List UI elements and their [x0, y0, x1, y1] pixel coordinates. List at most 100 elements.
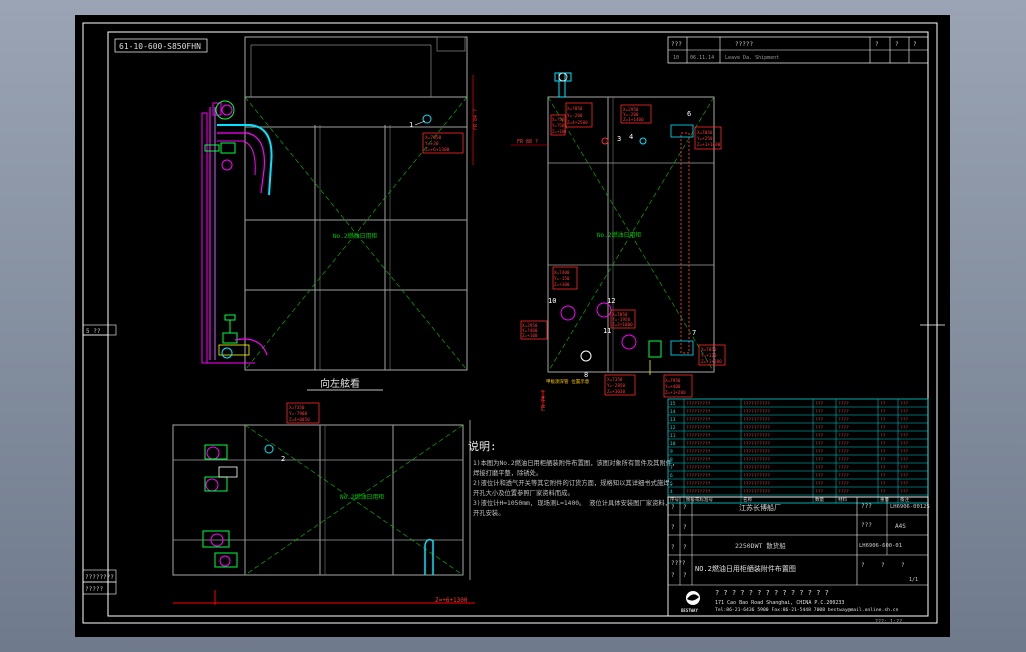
bom-cell: 13: [670, 417, 676, 423]
svg-text:Y=-7900: Y=-7900: [289, 411, 308, 417]
bom-cell: ??: [880, 465, 886, 471]
svg-text:Z=+100: Z=+100: [554, 282, 570, 288]
svg-text:?: ?: [671, 572, 675, 579]
bom-cell: ??????????: [743, 401, 770, 407]
svg-text:Y=-200: Y=-200: [567, 113, 583, 119]
bom-cell: ???: [815, 441, 823, 447]
svg-text:Y=+120: Y=+120: [701, 353, 717, 359]
svg-text:Z=3+1000: Z=3+1000: [612, 322, 633, 328]
svg-text:Z=4+0050: Z=4+0050: [289, 417, 310, 423]
marker-2: 2: [281, 455, 285, 463]
left-tab-bottom-label-2: ?????: [85, 586, 103, 593]
bom-cell: ????: [838, 425, 849, 431]
cad-viewport[interactable]: 5 ?? ???????? ????? 61-10-600-S850FHN ??…: [75, 15, 950, 637]
bom-cell: ???: [900, 409, 908, 415]
svg-text:?: ?: [683, 544, 687, 551]
company-contacts: Tel:86-21-6436 5900 Fax:86-21-5448 7008 …: [715, 607, 899, 613]
bom-cell: ??????????: [743, 473, 770, 479]
svg-text:Z=+100: Z=+100: [552, 129, 567, 134]
svg-text:X=7050: X=7050: [425, 135, 442, 141]
notes-line-6: 开孔安装。: [473, 508, 504, 517]
svg-text:Y=?50: Y=?50: [552, 123, 565, 128]
left-tab-top-label: 5 ??: [86, 328, 101, 335]
svg-text:Z=+1+1400: Z=+1+1400: [697, 142, 721, 148]
bom-cell: ????: [838, 417, 849, 423]
svg-text:Z=1+1400: Z=1+1400: [623, 117, 644, 123]
marker-8: 8: [584, 371, 588, 379]
svg-text:X=7350: X=7350: [607, 377, 623, 383]
bom-cell: ?????????: [686, 465, 711, 471]
marker-4: 4: [629, 133, 633, 141]
notes-line-5: 3)液位计H=1050mm, 现场测L=1400。 液位计具体安装图厂家资料，: [473, 498, 671, 507]
drawing-code: LH6906-600-01: [859, 543, 902, 549]
bom-cell: ???: [815, 425, 823, 431]
bom-cell: ????: [838, 465, 849, 471]
svg-text:?: ?: [875, 41, 879, 48]
bom-cell: ???: [815, 465, 823, 471]
svg-text:Z=+3030: Z=+3030: [607, 389, 626, 395]
bom-cell: ????: [838, 489, 849, 495]
bom-cell: ?????????: [686, 473, 711, 479]
bom-cell: ????: [838, 401, 849, 407]
bom-cell: ??: [880, 481, 886, 487]
bom-cell: 11: [670, 433, 676, 439]
bom-cell: 4: [670, 489, 673, 495]
sounding-label: 甲板测深管 位置示意: [546, 378, 590, 385]
svg-text:????: ????: [671, 560, 686, 567]
bom-cell: 10: [670, 441, 676, 447]
svg-text:?: ?: [861, 562, 865, 569]
bom-cell: ??: [880, 401, 886, 407]
bom-cell: ???: [900, 425, 908, 431]
svg-text:?????: ?????: [735, 41, 753, 48]
bom-cell: ????: [838, 481, 849, 487]
bom-cell: ????: [838, 449, 849, 455]
bom-cell: ??: [880, 417, 886, 423]
bom-cell: ???: [815, 409, 823, 415]
bom-cell: ???: [900, 449, 908, 455]
bom-cell: ???: [900, 401, 908, 407]
svg-text:?: ?: [671, 504, 675, 511]
notes-line-4: 开孔大小及位置参照厂家资料而成。: [473, 488, 574, 497]
notes-line-1: 1)本图为No.2燃油日用柜舾装附件布置图，该图对象所有管件及其附件，: [473, 458, 678, 467]
sheet-no: 1/1: [909, 577, 918, 583]
bom-cell: ??: [880, 409, 886, 415]
bom-cell: ???: [900, 465, 908, 471]
svg-text:???: ???: [671, 41, 682, 48]
tank-label-right: No.2燃油日用柜: [597, 231, 641, 239]
bom-cell: ???: [815, 417, 823, 423]
svg-text:Y=+30: Y=+30: [425, 141, 439, 147]
bom-cell: ??????????: [743, 457, 770, 463]
bom-cell: ???: [900, 489, 908, 495]
bom-cell: ???: [900, 433, 908, 439]
svg-text:?: ?: [895, 41, 899, 48]
bom-cell: ????: [838, 433, 849, 439]
fr-label-1: FR 84 ?: [473, 109, 479, 130]
bom-cell: ???: [815, 449, 823, 455]
bom-cell: ??: [880, 457, 886, 463]
bom-cell: ??: [880, 441, 886, 447]
svg-text:Z=+6+1300: Z=+6+1300: [425, 147, 450, 153]
svg-text:Z=+100: Z=+100: [522, 333, 538, 339]
bom-cell: ???: [900, 441, 908, 447]
callout-c3: X=?50 Y=?50 Z=+100: [550, 114, 567, 136]
bom-cell: 14: [670, 409, 676, 415]
bom-cell: ?????????: [686, 449, 711, 455]
svg-text:X=?50: X=?50: [552, 117, 565, 122]
bom-cell: ???: [815, 489, 823, 495]
bom-cell: ????: [838, 473, 849, 479]
svg-text:X=7050: X=7050: [697, 130, 713, 136]
plan-dim-label: Z=+6+1300: [435, 597, 468, 604]
bom-cell: ????: [838, 457, 849, 463]
bom-cell: ???: [900, 457, 908, 463]
company-address: 171 Cao Bao Road Shanghai, CHINA P.C.200…: [715, 600, 844, 606]
marker-6: 6: [687, 110, 691, 118]
marker-12: 12: [607, 297, 615, 305]
notes-title: 说明:: [468, 439, 497, 453]
drawing-no: LH6906-0012S: [890, 504, 930, 510]
svg-text:X=7050: X=7050: [701, 347, 717, 353]
bom-cell: ??: [880, 433, 886, 439]
bom-cell: 6: [670, 473, 673, 479]
bom-cell: ??????????: [743, 433, 770, 439]
tank-label-left: No.2燃油日用柜: [333, 232, 377, 240]
ship-type: 2250DWT 散货船: [735, 541, 786, 550]
